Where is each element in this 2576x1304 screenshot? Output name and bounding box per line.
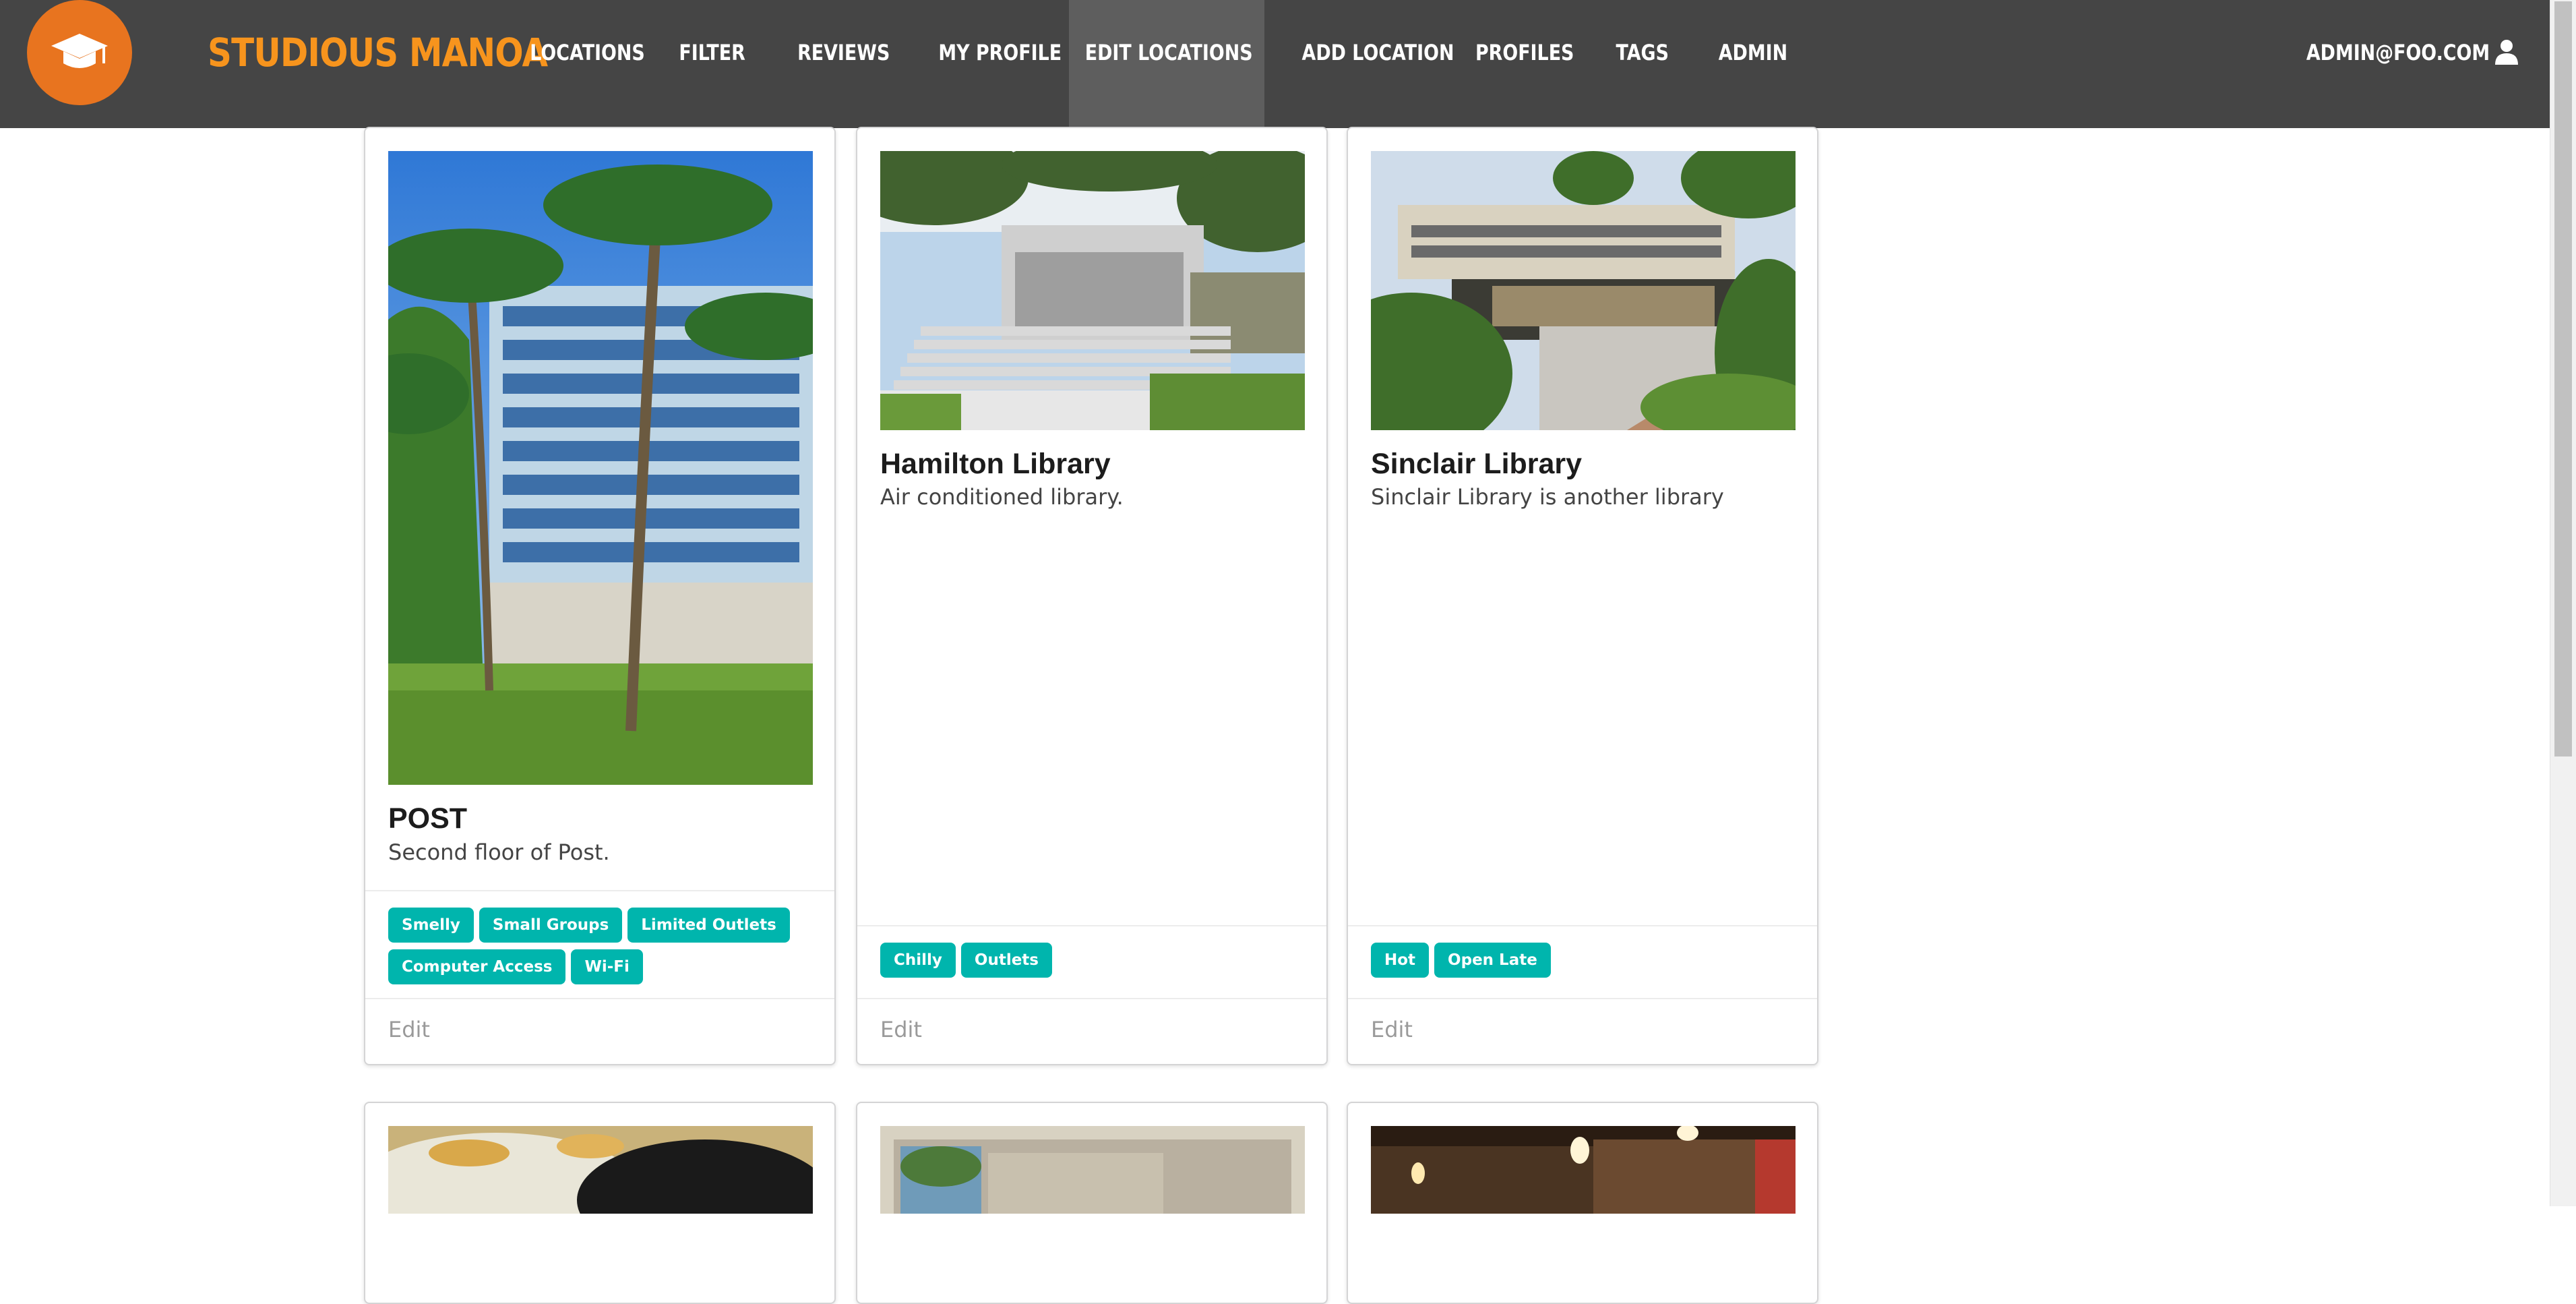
nav-tags[interactable]: TAGS bbox=[1611, 0, 1672, 105]
graduation-cap-logo[interactable] bbox=[27, 0, 132, 105]
location-image bbox=[1371, 151, 1796, 430]
nav-profiles-label: PROFILES bbox=[1475, 40, 1574, 65]
location-image bbox=[1371, 1126, 1796, 1214]
location-title: POST bbox=[388, 802, 468, 835]
tag-label[interactable]: Outlets bbox=[960, 943, 1052, 978]
location-description: Sinclair Library is another library bbox=[1371, 484, 1724, 510]
nav-tags-label: TAGS bbox=[1616, 40, 1669, 65]
tag-label[interactable]: Limited Outlets bbox=[627, 908, 790, 943]
location-card-hamilton-library: Hamilton Library Air conditioned library… bbox=[856, 127, 1328, 1065]
graduation-cap-icon bbox=[51, 34, 108, 68]
tag-label[interactable]: Computer Access bbox=[388, 949, 566, 984]
location-image bbox=[388, 1126, 813, 1214]
nav-my-profile[interactable]: MY PROFILE bbox=[927, 0, 1062, 105]
tag-list: Chilly Outlets bbox=[880, 943, 1312, 978]
nav-profiles[interactable]: PROFILES bbox=[1466, 0, 1574, 105]
tag-label[interactable]: Smelly bbox=[388, 908, 474, 943]
tag-label[interactable]: Open Late bbox=[1434, 943, 1551, 978]
location-card-post: POST Second floor of Post. Smelly Small … bbox=[364, 127, 836, 1065]
nav-reviews-label: REVIEWS bbox=[797, 40, 890, 65]
tag-label[interactable]: Hot bbox=[1371, 943, 1430, 978]
top-navbar: STUDIOUS MANOA LOCATIONS FILTER REVIEWS … bbox=[0, 0, 2550, 128]
nav-add-location-label: ADD LOCATION bbox=[1301, 40, 1454, 65]
brand-title[interactable]: STUDIOUS MANOA bbox=[208, 26, 548, 80]
tag-label[interactable]: Small Groups bbox=[479, 908, 623, 943]
nav-edit-locations-label: EDIT LOCATIONS bbox=[1084, 40, 1253, 65]
location-title: Hamilton Library bbox=[880, 448, 1111, 480]
location-card-partial bbox=[856, 1102, 1328, 1304]
user-email: ADMIN@FOO.COM bbox=[2306, 40, 2490, 65]
nav-my-profile-label: MY PROFILE bbox=[938, 40, 1062, 65]
card-divider bbox=[1348, 998, 1817, 999]
edit-link[interactable]: Edit bbox=[388, 1017, 430, 1042]
location-image bbox=[388, 151, 813, 785]
location-title: Sinclair Library bbox=[1371, 448, 1583, 480]
nav-add-location[interactable]: ADD LOCATION bbox=[1287, 0, 1454, 105]
location-card-partial bbox=[1347, 1102, 1818, 1304]
vertical-scrollbar[interactable] bbox=[2550, 0, 2576, 1206]
edit-link[interactable]: Edit bbox=[1371, 1017, 1413, 1042]
location-card-partial bbox=[364, 1102, 836, 1304]
location-image bbox=[880, 1126, 1305, 1214]
nav-admin-label: ADMIN bbox=[1718, 40, 1788, 65]
nav-filter[interactable]: FILTER bbox=[673, 0, 749, 105]
card-divider bbox=[857, 998, 1326, 999]
edit-link[interactable]: Edit bbox=[880, 1017, 922, 1042]
card-divider bbox=[365, 890, 834, 891]
scrollbar-thumb[interactable] bbox=[2554, 1, 2572, 757]
tag-label[interactable]: Chilly bbox=[880, 943, 956, 978]
tag-label[interactable]: Wi-Fi bbox=[571, 949, 643, 984]
nav-admin[interactable]: ADMIN bbox=[1712, 0, 1788, 105]
user-icon bbox=[2495, 40, 2518, 65]
nav-locations[interactable]: LOCATIONS bbox=[519, 0, 645, 105]
location-card-sinclair-library: Sinclair Library Sinclair Library is ano… bbox=[1347, 127, 1818, 1065]
tag-list: Hot Open Late bbox=[1371, 943, 1802, 978]
user-menu[interactable]: ADMIN@FOO.COM bbox=[2271, 0, 2518, 105]
location-image bbox=[880, 151, 1305, 430]
location-description: Second floor of Post. bbox=[388, 839, 610, 865]
nav-edit-locations[interactable]: EDIT LOCATIONS bbox=[1069, 0, 1264, 128]
location-description: Air conditioned library. bbox=[880, 484, 1124, 510]
card-divider bbox=[857, 925, 1326, 926]
nav-reviews[interactable]: REVIEWS bbox=[789, 0, 890, 105]
nav-filter-label: FILTER bbox=[679, 40, 745, 65]
nav-locations-label: LOCATIONS bbox=[530, 40, 645, 65]
card-divider bbox=[365, 998, 834, 999]
card-divider bbox=[1348, 925, 1817, 926]
tag-list: Smelly Small Groups Limited Outlets Comp… bbox=[388, 908, 820, 984]
